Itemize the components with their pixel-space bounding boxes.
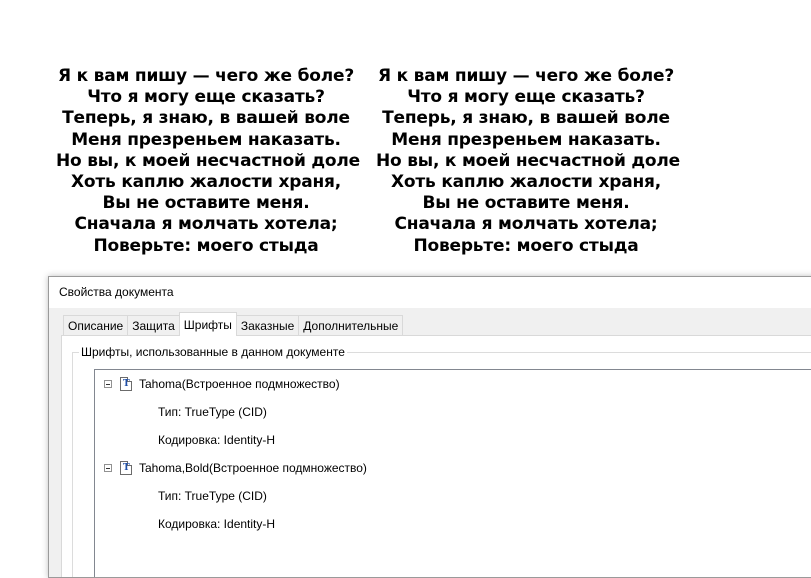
fonts-tree[interactable]: T Tahoma(Встроенное подмножество) Тип: T…: [94, 369, 811, 577]
collapse-minus-icon[interactable]: [104, 380, 112, 388]
tree-node-font-type[interactable]: Тип: TrueType (CID): [158, 404, 267, 420]
tree-node-font[interactable]: Tahoma,Bold(Встроенное подмножество): [139, 460, 367, 476]
tab-description[interactable]: Описание: [63, 315, 129, 336]
tab-fonts[interactable]: Шрифты: [178, 312, 237, 336]
poem-line: Но вы, к моей несчастной доле: [376, 150, 680, 171]
poem-line: Я к вам пишу — чего же боле?: [58, 66, 354, 86]
document-properties-dialog: Свойства документа Описание Защита Шрифт…: [48, 276, 811, 578]
poem-line: Меня презреньем наказать.: [71, 129, 341, 150]
tab-security[interactable]: Защита: [127, 315, 180, 336]
poem-line: Поверьте: моего стыда: [93, 235, 319, 256]
poem-line: Теперь, я знаю, в вашей воле: [382, 108, 670, 129]
dialog-title: Свойства документа: [59, 285, 174, 299]
tree-node-font-type[interactable]: Тип: TrueType (CID): [158, 488, 267, 504]
fonts-group-title: Шрифты, использованные в данном документ…: [79, 345, 347, 359]
poem-line: Хоть каплю жалости храня,: [391, 172, 661, 193]
dialog-title-bar[interactable]: Свойства документа: [49, 277, 811, 308]
poem-column-right: Я к вам пишу — чего же боле? Что я могу …: [376, 66, 680, 257]
poem-line: Поверьте: моего стыда: [413, 235, 639, 256]
tab-strip: Описание Защита Шрифты Заказные Дополнит…: [63, 312, 404, 336]
tab-custom[interactable]: Заказные: [235, 315, 300, 336]
tree-node-font-encoding[interactable]: Кодировка: Identity-H: [158, 516, 275, 532]
poem-line: Сначала я молчать хотела;: [74, 214, 338, 235]
poem-line: Что я могу еще сказать?: [407, 87, 645, 108]
poem-line: Вы не оставите меня.: [422, 193, 630, 214]
tree-node-font-encoding[interactable]: Кодировка: Identity-H: [158, 432, 275, 448]
poem-column-left: Я к вам пишу — чего же боле? Что я могу …: [56, 66, 360, 257]
poem-line: Сначала я молчать хотела;: [394, 214, 658, 235]
truetype-font-icon: T: [120, 461, 132, 475]
poem-line: Хоть каплю жалости храня,: [71, 172, 341, 193]
fonts-tab-panel: Шрифты, использованные в данном документ…: [61, 335, 811, 577]
poem-line: Меня презреньем наказать.: [391, 129, 661, 150]
truetype-font-icon: T: [120, 377, 132, 391]
poem-line: Теперь, я знаю, в вашей воле: [62, 108, 350, 129]
poem-line: Но вы, к моей несчастной доле: [56, 150, 360, 171]
collapse-minus-icon[interactable]: [104, 464, 112, 472]
poem-line: Что я могу еще сказать?: [87, 87, 325, 108]
tree-node-font[interactable]: Tahoma(Встроенное подмножество): [139, 376, 340, 392]
poem-line: Вы не оставите меня.: [102, 193, 310, 214]
poem-line: Я к вам пишу — чего же боле?: [378, 66, 674, 86]
tab-advanced[interactable]: Дополнительные: [298, 315, 404, 336]
